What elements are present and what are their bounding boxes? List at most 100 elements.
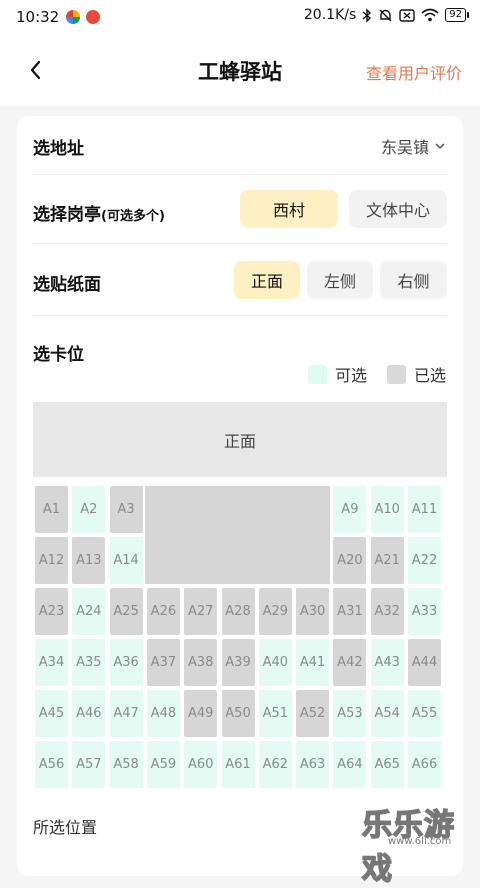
- seat-a26: A26: [146, 588, 180, 635]
- status-time: 10:32: [16, 8, 60, 26]
- seat-a58[interactable]: A58: [109, 741, 143, 788]
- surface-row: 选贴纸面 正面 左侧 右侧: [33, 243, 447, 316]
- seat-a22[interactable]: A22: [408, 537, 441, 584]
- seat-a38: A38: [184, 639, 218, 686]
- seat-a32: A32: [370, 588, 404, 635]
- battery-icon: 92: [445, 8, 469, 22]
- legend-taken-label: 已选: [413, 366, 446, 385]
- kiosk-option-label: 文体中心: [365, 201, 430, 220]
- bluetooth-icon: [362, 7, 372, 23]
- seat-a62[interactable]: A62: [258, 741, 292, 788]
- surface-option-right[interactable]: 右侧: [380, 261, 447, 299]
- legend: 可选 已选: [307, 362, 446, 386]
- slot-label: 选卡位: [33, 345, 84, 365]
- seat-a29: A29: [258, 588, 292, 635]
- seat-a24[interactable]: A24: [72, 588, 106, 635]
- surface-label: 选贴纸面: [33, 275, 101, 295]
- seat-a36[interactable]: A36: [109, 639, 143, 686]
- seat-a57[interactable]: A57: [72, 741, 106, 788]
- address-row: 选地址 东吴镇: [33, 116, 447, 175]
- seat-a53[interactable]: A53: [333, 690, 367, 737]
- seat-a48[interactable]: A48: [146, 690, 180, 737]
- kiosk-label: 选择岗亭(可选多个): [33, 200, 165, 225]
- seat-a65[interactable]: A65: [370, 741, 404, 788]
- seat-a28: A28: [221, 588, 255, 635]
- seat-a55[interactable]: A55: [408, 690, 441, 737]
- legend-taken-swatch: [386, 364, 406, 384]
- seat-a66[interactable]: A66: [408, 741, 441, 788]
- seat-a45[interactable]: A45: [35, 690, 68, 737]
- seat-a23: A23: [35, 588, 68, 635]
- kiosk-row: 选择岗亭(可选多个) 西村 文体中心: [33, 174, 447, 244]
- status-bar: 10:32 20.1K/s 92: [0, 0, 480, 34]
- seat-a49: A49: [184, 690, 218, 737]
- seat-a13: A13: [72, 537, 106, 584]
- seat-a9[interactable]: A9: [333, 486, 367, 533]
- surface-option-label: 右侧: [397, 272, 430, 291]
- seat-a1: A1: [35, 486, 68, 533]
- mute-bell-icon: [379, 9, 392, 21]
- nav-bar: 工蜂驿站 查看用户评价: [0, 34, 480, 106]
- kiosk-label-text: 选择岗亭: [33, 205, 101, 225]
- address-select[interactable]: 东吴镇: [381, 134, 447, 158]
- legend-available-swatch: [307, 364, 327, 384]
- seat-a51[interactable]: A51: [258, 690, 292, 737]
- seat-a40[interactable]: A40: [258, 639, 292, 686]
- seat-a54[interactable]: A54: [370, 690, 404, 737]
- seat-a21: A21: [370, 537, 404, 584]
- selected-positions-label: 所选位置: [33, 818, 98, 837]
- view-reviews-link[interactable]: 查看用户评价: [366, 60, 462, 84]
- seat-a31: A31: [333, 588, 367, 635]
- form-card: 选地址 东吴镇 选择岗亭(可选多个) 西村 文体中心 选贴纸面 正面 左侧 右侧…: [17, 116, 463, 876]
- front-surface-bar: 正面: [33, 402, 447, 477]
- seat-a64[interactable]: A64: [333, 741, 367, 788]
- seat-a50: A50: [221, 690, 255, 737]
- surface-option-front[interactable]: 正面: [234, 261, 300, 299]
- seat-a52: A52: [296, 690, 330, 737]
- seat-a3: A3: [109, 486, 143, 533]
- watermark-url: www.6ll.com: [388, 836, 452, 847]
- legend-available-label: 可选: [334, 366, 367, 385]
- address-value: 东吴镇: [380, 138, 429, 157]
- seat-a56[interactable]: A56: [35, 741, 68, 788]
- status-right: 20.1K/s 92: [303, 7, 469, 23]
- seat-a35[interactable]: A35: [72, 639, 106, 686]
- seat-a42: A42: [333, 639, 367, 686]
- seat-a39: A39: [221, 639, 255, 686]
- app-red-icon: [86, 10, 100, 24]
- seat-a34[interactable]: A34: [35, 639, 68, 686]
- sim-x-icon: [399, 8, 415, 22]
- seat-a59[interactable]: A59: [146, 741, 180, 788]
- seat-a43[interactable]: A43: [370, 639, 404, 686]
- watermark-logo: 乐乐游戏 www.6ll.com: [361, 800, 476, 888]
- seat-a60[interactable]: A60: [184, 741, 218, 788]
- seat-a47[interactable]: A47: [109, 690, 143, 737]
- kiosk-option-wentizhongxin[interactable]: 文体中心: [349, 190, 447, 228]
- kiosk-option-xicun[interactable]: 西村: [240, 190, 338, 228]
- occupied-block: [145, 486, 330, 584]
- seat-a44: A44: [408, 639, 441, 686]
- seat-a37: A37: [146, 639, 180, 686]
- seat-a12: A12: [35, 537, 68, 584]
- seat-a10[interactable]: A10: [370, 486, 404, 533]
- app-colorful-icon: [66, 10, 80, 24]
- seat-a63[interactable]: A63: [296, 741, 330, 788]
- kiosk-option-label: 西村: [272, 201, 305, 220]
- address-label: 选地址: [33, 139, 84, 159]
- seat-a46[interactable]: A46: [72, 690, 106, 737]
- seat-a20: A20: [333, 537, 367, 584]
- seat-a41[interactable]: A41: [296, 639, 330, 686]
- chevron-down-icon: [435, 143, 445, 150]
- seat-a33[interactable]: A33: [408, 588, 441, 635]
- network-speed: 20.1K/s: [303, 7, 357, 23]
- seat-a25: A25: [109, 588, 143, 635]
- surface-option-label: 正面: [250, 272, 283, 291]
- seat-a2[interactable]: A2: [72, 486, 106, 533]
- surface-option-left[interactable]: 左侧: [307, 261, 373, 299]
- surface-option-label: 左侧: [323, 272, 356, 291]
- seat-a11[interactable]: A11: [408, 486, 441, 533]
- wifi-icon: [421, 8, 439, 22]
- kiosk-note: (可选多个): [101, 209, 165, 224]
- seat-a61[interactable]: A61: [221, 741, 255, 788]
- seat-a14[interactable]: A14: [109, 537, 143, 584]
